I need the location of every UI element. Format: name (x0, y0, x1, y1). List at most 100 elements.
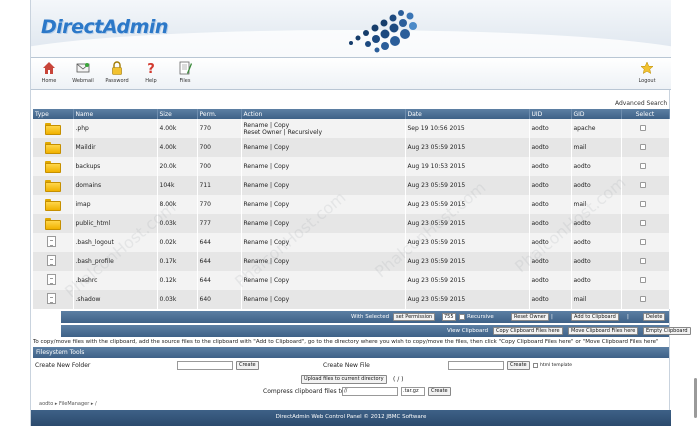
select-checkbox[interactable] (639, 124, 646, 131)
scrollbar[interactable] (692, 0, 700, 426)
recursive-checkbox[interactable] (459, 314, 465, 320)
action-cell: Rename | Copy (241, 195, 406, 214)
select-checkbox[interactable] (639, 181, 646, 188)
nav-item-logout[interactable]: Logout (631, 61, 663, 84)
name-cell[interactable]: .bashrc (73, 271, 158, 290)
nav-item-files[interactable]: Files (169, 61, 201, 84)
rename-copy-links[interactable]: Rename | Copy (244, 144, 290, 151)
perm-cell[interactable]: 700 (197, 157, 242, 176)
name-cell[interactable]: .bash_logout (73, 233, 158, 252)
header-banner: DirectAdmin (31, 0, 671, 58)
folder-icon (45, 122, 61, 135)
rename-copy-links[interactable]: Rename | Copy (244, 296, 290, 303)
nav-item-webmail[interactable]: Webmail (67, 61, 99, 84)
rename-copy-links[interactable]: Rename | Copy (244, 163, 290, 170)
compress-create-button[interactable]: Create (428, 387, 451, 396)
select-checkbox[interactable] (639, 200, 646, 207)
type-cell[interactable] (33, 138, 74, 157)
rename-copy-links[interactable]: Rename | Copy (244, 201, 290, 208)
permission-input[interactable]: 755 (442, 313, 456, 321)
col-header-type[interactable]: Type (33, 109, 74, 119)
copy-clipboard-here-button[interactable]: Copy Clipboard Files here (493, 327, 563, 335)
folder-icon (45, 160, 61, 173)
type-cell[interactable] (33, 176, 74, 195)
nav-item-password[interactable]: Password (101, 61, 133, 84)
compress-format-select[interactable]: .tar.gz (401, 387, 425, 396)
date-cell: Aug 23 05:59 2015 (405, 271, 530, 290)
select-checkbox[interactable] (639, 276, 646, 283)
size-cell: 0.03k (157, 290, 198, 309)
new-folder-input[interactable] (177, 361, 233, 370)
perm-cell[interactable]: 644 (197, 233, 242, 252)
col-header-uid[interactable]: UID (529, 109, 572, 119)
clipboard-instructions: To copy/move files with the clipboard, a… (33, 339, 659, 345)
html-template-checkbox[interactable] (533, 363, 538, 368)
col-header-perm[interactable]: Perm. (197, 109, 242, 119)
perm-cell[interactable]: 770 (197, 119, 242, 138)
create-file-button[interactable]: Create (507, 361, 530, 370)
logo[interactable]: DirectAdmin (41, 16, 168, 38)
type-cell[interactable] (33, 290, 74, 309)
scrollbar-thumb[interactable] (694, 378, 697, 418)
col-header-date[interactable]: Date (405, 109, 530, 119)
name-cell[interactable]: domains (73, 176, 158, 195)
lock-icon (112, 61, 122, 75)
type-cell[interactable] (33, 157, 74, 176)
create-folder-button[interactable]: Create (236, 361, 259, 370)
view-clipboard-link[interactable]: View Clipboard (447, 328, 488, 334)
select-checkbox[interactable] (639, 162, 646, 169)
perm-cell[interactable]: 770 (197, 195, 242, 214)
col-header-gid[interactable]: GID (571, 109, 622, 119)
select-checkbox[interactable] (639, 257, 646, 264)
name-cell[interactable]: public_html (73, 214, 158, 233)
col-header-size[interactable]: Size (157, 109, 198, 119)
compress-label: Compress clipboard files to (263, 388, 345, 395)
nav-item-home[interactable]: Home (33, 61, 65, 84)
select-checkbox[interactable] (639, 143, 646, 150)
perm-cell[interactable]: 711 (197, 176, 242, 195)
empty-clipboard-button[interactable]: Empty Clipboard (643, 327, 691, 335)
name-cell[interactable]: .shadow (73, 290, 158, 309)
delete-button[interactable]: Delete (643, 313, 666, 321)
name-cell[interactable]: .php (73, 119, 158, 138)
name-cell[interactable]: .bash_profile (73, 252, 158, 271)
type-cell[interactable] (33, 252, 74, 271)
rename-copy-links[interactable]: Rename | Copy (244, 277, 290, 284)
rename-copy-links[interactable]: Rename | Copy (244, 182, 290, 189)
rename-copy-links[interactable]: Rename | Copy (244, 220, 290, 227)
type-cell[interactable] (33, 195, 74, 214)
select-checkbox[interactable] (639, 219, 646, 226)
type-cell[interactable] (33, 233, 74, 252)
size-cell: 8.00k (157, 195, 198, 214)
perm-cell[interactable]: 640 (197, 290, 242, 309)
name-cell[interactable]: Maildir (73, 138, 158, 157)
compress-path-input[interactable]: // (342, 387, 398, 396)
reset-owner-button[interactable]: Reset Owner (511, 313, 549, 321)
upload-files-button[interactable]: Upload files to current directory (301, 375, 387, 384)
type-cell[interactable] (33, 214, 74, 233)
select-checkbox[interactable] (639, 295, 646, 302)
name-cell[interactable]: backups (73, 157, 158, 176)
perm-cell[interactable]: 644 (197, 252, 242, 271)
move-clipboard-here-button[interactable]: Move Clipboard Files here (568, 327, 639, 335)
set-permission-button[interactable]: set Permission (393, 313, 436, 321)
perm-cell[interactable]: 644 (197, 271, 242, 290)
add-to-clipboard-button[interactable]: Add to Clipboard (571, 313, 619, 321)
rename-copy-links[interactable]: Rename | Copy (244, 258, 290, 265)
advanced-search-link[interactable]: Advanced Search (615, 100, 667, 107)
table-header: Type Name Size Perm. Action Date UID GID… (33, 109, 670, 119)
type-cell[interactable] (33, 119, 74, 138)
col-header-name[interactable]: Name (73, 109, 158, 119)
nav-label: Webmail (72, 78, 94, 84)
select-checkbox[interactable] (639, 238, 646, 245)
name-cell[interactable]: imap (73, 195, 158, 214)
rename-copy-links[interactable]: Rename | Copy (244, 239, 290, 246)
type-cell[interactable] (33, 271, 74, 290)
nav-item-help[interactable]: ? Help (135, 61, 167, 84)
rename-copy-links[interactable]: Rename | Copy (244, 122, 290, 129)
new-file-input[interactable] (448, 361, 504, 370)
perm-cell[interactable]: 777 (197, 214, 242, 233)
breadcrumb[interactable]: aodto ▸ FileManager ▸ / (39, 401, 97, 407)
reset-owner-links[interactable]: Reset Owner | Recursively (244, 129, 323, 136)
perm-cell[interactable]: 700 (197, 138, 242, 157)
